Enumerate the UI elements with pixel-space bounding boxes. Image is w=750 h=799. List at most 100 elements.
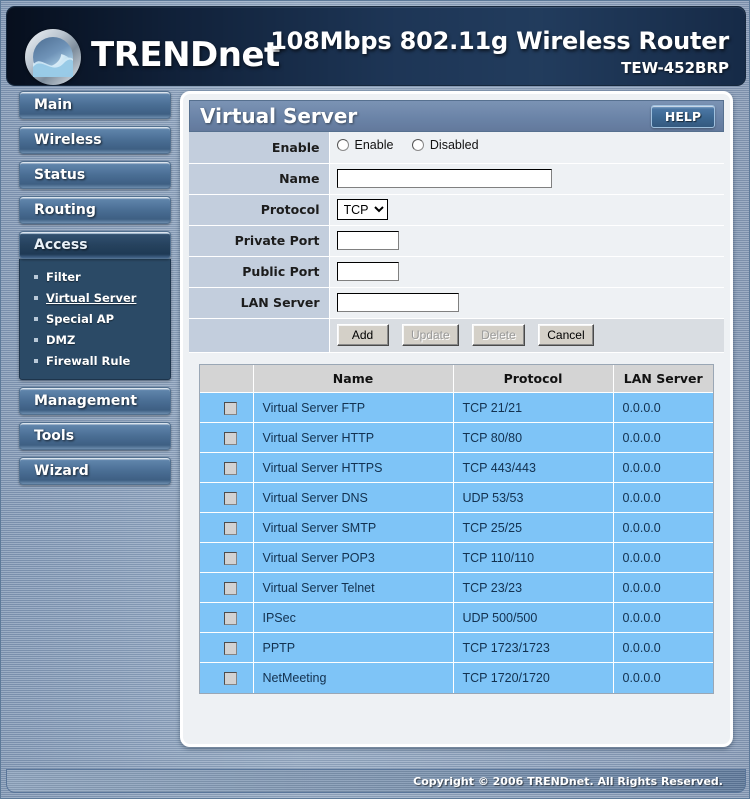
row-checkbox-cell[interactable] [200, 512, 254, 543]
row-checkbox[interactable] [223, 491, 237, 505]
enable-field: Enable Disabled [329, 132, 724, 164]
row-checkbox-cell[interactable] [200, 572, 254, 603]
row-checkbox-cell[interactable] [200, 632, 254, 663]
row-lan-server: 0.0.0.0 [613, 632, 713, 663]
sidebar-subitem-virtual-server[interactable]: Virtual Server [20, 287, 170, 308]
trendnet-globe-icon [25, 29, 81, 85]
protocol-select[interactable]: TCP UDP [336, 199, 388, 220]
table-row[interactable]: Virtual Server HTTP TCP 80/80 0.0.0.0 [200, 422, 713, 453]
row-checkbox[interactable] [223, 611, 237, 625]
sidebar-item-routing[interactable]: Routing [19, 196, 171, 224]
table-row[interactable]: PPTP TCP 1723/1723 0.0.0.0 [200, 632, 713, 663]
column-header-name: Name [253, 364, 454, 393]
radio-disabled-dot[interactable] [411, 139, 424, 152]
row-checkbox[interactable] [223, 431, 237, 445]
table-row[interactable]: NetMeeting TCP 1720/1720 0.0.0.0 [200, 662, 713, 693]
table-row[interactable]: IPSec UDP 500/500 0.0.0.0 [200, 602, 713, 633]
add-button[interactable]: Add [336, 324, 389, 346]
sidebar-subitem-dmz[interactable]: DMZ [20, 329, 170, 350]
table-row[interactable]: Virtual Server SMTP TCP 25/25 0.0.0.0 [200, 512, 713, 543]
row-checkbox-cell[interactable] [200, 452, 254, 483]
table-row[interactable]: Virtual Server DNS UDP 53/53 0.0.0.0 [200, 482, 713, 513]
row-name: Virtual Server FTP [253, 392, 454, 423]
public-port-input[interactable] [336, 262, 399, 281]
row-protocol: UDP 53/53 [453, 482, 614, 513]
sidebar-subitem-label: Firewall Rule [46, 353, 131, 368]
sidebar-nav: Main Wireless Status Routing Access Filt… [19, 91, 171, 492]
row-checkbox-cell[interactable] [200, 482, 254, 513]
row-lan-server: 0.0.0.0 [613, 602, 713, 633]
row-checkbox-cell[interactable] [200, 662, 254, 693]
delete-button[interactable]: Delete [472, 324, 525, 346]
protocol-label: Protocol [189, 194, 330, 226]
lan-server-label: LAN Server [189, 287, 330, 319]
row-name: Virtual Server SMTP [253, 512, 454, 543]
sidebar-subitem-filter[interactable]: Filter [20, 266, 170, 287]
lan-server-input[interactable] [336, 293, 459, 312]
sidebar-item-tools[interactable]: Tools [19, 422, 171, 450]
sidebar-subitem-special-ap[interactable]: Special AP [20, 308, 170, 329]
page-footer: Copyright © 2006 TRENDnet. All Rights Re… [6, 769, 746, 793]
content-panel: Virtual Server HELP Enable Enable Disabl… [180, 91, 733, 747]
sidebar-subitem-label: Virtual Server [46, 290, 137, 305]
radio-disabled[interactable]: Disabled [411, 138, 479, 152]
sidebar-item-label: Management [34, 393, 138, 409]
sidebar-item-access[interactable]: Access [19, 231, 171, 259]
sidebar-subitem-firewall-rule[interactable]: Firewall Rule [20, 350, 170, 371]
row-checkbox-cell[interactable] [200, 602, 254, 633]
table-row[interactable]: Virtual Server Telnet TCP 23/23 0.0.0.0 [200, 572, 713, 603]
row-name: Virtual Server Telnet [253, 572, 454, 603]
actions-spacer [189, 318, 330, 353]
table-row[interactable]: Virtual Server FTP TCP 21/21 0.0.0.0 [200, 392, 713, 423]
bullet-icon [34, 274, 38, 279]
row-name: Virtual Server HTTP [253, 422, 454, 453]
sidebar-item-main[interactable]: Main [19, 91, 171, 119]
update-button[interactable]: Update [401, 324, 459, 346]
row-checkbox[interactable] [223, 551, 237, 565]
row-checkbox[interactable] [223, 581, 237, 595]
row-lan-server: 0.0.0.0 [613, 662, 713, 693]
help-button[interactable]: HELP [651, 105, 715, 128]
public-port-label: Public Port [189, 256, 330, 288]
name-input[interactable] [336, 169, 552, 188]
row-checkbox-cell[interactable] [200, 422, 254, 453]
sidebar-item-management[interactable]: Management [19, 387, 171, 415]
product-title: 108Mbps 802.11g Wireless Router [270, 27, 729, 55]
row-name: Virtual Server HTTPS [253, 452, 454, 483]
sidebar-item-label: Access [34, 237, 88, 253]
private-port-input[interactable] [336, 231, 399, 250]
column-header-select [200, 364, 254, 393]
sidebar-item-label: Routing [34, 202, 96, 218]
row-name: Virtual Server DNS [253, 482, 454, 513]
row-lan-server: 0.0.0.0 [613, 452, 713, 483]
sidebar-subitem-label: Filter [46, 269, 81, 284]
enable-label: Enable [189, 132, 330, 164]
router-admin-page: TRENDnet 108Mbps 802.11g Wireless Router… [0, 0, 750, 799]
row-protocol: TCP 25/25 [453, 512, 614, 543]
sidebar-item-label: Wizard [34, 463, 89, 479]
row-checkbox[interactable] [223, 671, 237, 685]
model-number: TEW-452BRP [621, 59, 729, 77]
radio-enable-label: Enable [354, 138, 394, 153]
row-checkbox[interactable] [223, 641, 237, 655]
cancel-button[interactable]: Cancel [538, 324, 594, 346]
column-header-protocol: Protocol [453, 364, 614, 393]
sidebar-item-wireless[interactable]: Wireless [19, 126, 171, 154]
form-row-name: Name [189, 163, 724, 195]
row-checkbox[interactable] [223, 401, 237, 415]
sidebar-item-status[interactable]: Status [19, 161, 171, 189]
name-field [329, 163, 724, 195]
radio-enable-dot[interactable] [336, 139, 349, 152]
row-protocol: UDP 500/500 [453, 602, 614, 633]
sidebar-item-wizard[interactable]: Wizard [19, 457, 171, 485]
table-row[interactable]: Virtual Server POP3 TCP 110/110 0.0.0.0 [200, 542, 713, 573]
radio-enable[interactable]: Enable [336, 138, 394, 153]
row-checkbox-cell[interactable] [200, 542, 254, 573]
table-row[interactable]: Virtual Server HTTPS TCP 443/443 0.0.0.0 [200, 452, 713, 483]
row-checkbox[interactable] [223, 461, 237, 475]
brand-name: TRENDnet [91, 35, 280, 75]
virtual-server-table: Name Protocol LAN Server Virtual Server … [200, 364, 713, 693]
row-checkbox-cell[interactable] [200, 392, 254, 423]
row-checkbox[interactable] [223, 521, 237, 535]
form-row-lan-server: LAN Server [189, 287, 724, 319]
